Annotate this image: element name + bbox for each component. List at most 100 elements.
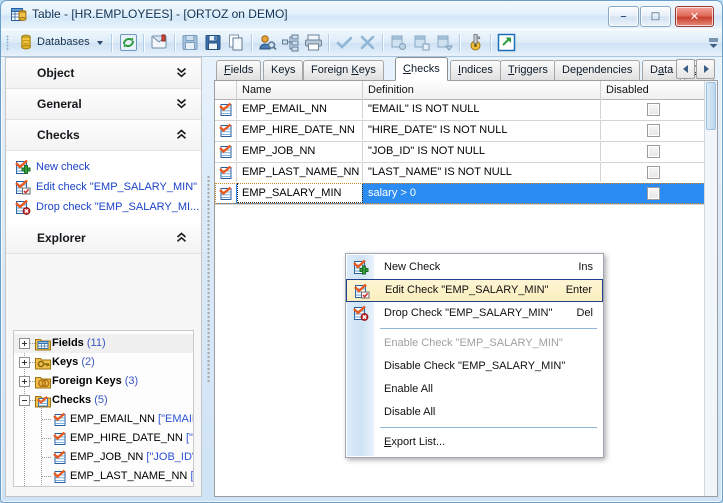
- tree-child-expr: [": [190, 470, 193, 482]
- grid-header-disabled[interactable]: Disabled: [601, 81, 705, 99]
- row-name-cell[interactable]: EMP_LAST_NAME_NN: [237, 162, 363, 182]
- row-disabled-cell[interactable]: [601, 99, 705, 119]
- first-record-button[interactable]: [389, 33, 408, 53]
- sidebar-section-explorer[interactable]: Explorer: [6, 223, 201, 254]
- tree-node-fields[interactable]: Fields (11): [14, 334, 193, 353]
- row-definition-cell[interactable]: "JOB_ID" IS NOT NULL: [363, 141, 601, 161]
- open-external-button[interactable]: [497, 33, 516, 53]
- menu-item-label: New Check: [384, 261, 441, 273]
- tree-node-keys[interactable]: Keys (2): [14, 353, 193, 372]
- grant-manager-button[interactable]: [258, 33, 277, 53]
- row-name-cell[interactable]: EMP_EMAIL_NN: [237, 99, 363, 119]
- databases-dropdown[interactable]: [19, 33, 33, 53]
- expander-plus-icon[interactable]: [19, 338, 30, 349]
- check-item-icon: [218, 186, 234, 201]
- sidebar-section-object[interactable]: Object: [6, 58, 201, 89]
- tab-fields[interactable]: FFieldsields: [216, 60, 262, 80]
- menu-item-disable-check[interactable]: Disable Check "EMP_SALARY_MIN": [346, 355, 603, 378]
- menu-item-disable-all[interactable]: Disable All: [346, 401, 603, 424]
- disabled-checkbox[interactable]: [647, 187, 660, 200]
- table-row[interactable]: EMP_EMAIL_NN "EMAIL" IS NOT NULL: [215, 99, 705, 121]
- tab-foreign-keys[interactable]: Foreign Keys: [303, 60, 384, 80]
- disabled-checkbox[interactable]: [647, 166, 660, 179]
- disabled-checkbox[interactable]: [647, 124, 660, 137]
- commit-button[interactable]: [335, 33, 354, 53]
- tab-keys[interactable]: Keys: [263, 60, 304, 80]
- tree-node-checks[interactable]: Checks (5): [14, 391, 193, 410]
- expander-minus-icon[interactable]: [19, 395, 30, 406]
- row-definition-cell[interactable]: "LAST_NAME" IS NOT NULL: [363, 162, 601, 182]
- menu-item-label: Enable Check "EMP_SALARY_MIN": [384, 337, 563, 349]
- tree-child-emp-last-name-nn[interactable]: EMP_LAST_NAME_NN [": [14, 467, 193, 486]
- table-row[interactable]: EMP_HIRE_DATE_NN "HIRE_DATE" IS NOT NULL: [215, 120, 705, 142]
- table-row[interactable]: EMP_LAST_NAME_NN "LAST_NAME" IS NOT NULL: [215, 162, 705, 184]
- scroll-tabs-left-button[interactable]: [676, 59, 695, 79]
- row-definition-cell[interactable]: "EMAIL" IS NOT NULL: [363, 99, 601, 119]
- last-record-button[interactable]: [435, 33, 454, 53]
- row-disabled-cell[interactable]: [601, 141, 705, 161]
- drop-check-icon: [352, 305, 369, 321]
- disabled-checkbox[interactable]: [647, 145, 660, 158]
- row-name-cell[interactable]: EMP_JOB_NN: [237, 141, 363, 161]
- expander-plus-icon[interactable]: [19, 357, 30, 368]
- minimize-button[interactable]: –: [608, 6, 639, 27]
- copy-button[interactable]: [227, 33, 246, 53]
- tree-child-emp-email-nn[interactable]: EMP_EMAIL_NN ["EMAIL: [14, 410, 193, 429]
- tree-child-emp-salary-min[interactable]: EMP_SALARY_MIN [salar: [14, 486, 193, 487]
- row-definition-cell[interactable]: salary > 0: [363, 183, 601, 203]
- scrollbar-thumb[interactable]: [706, 82, 716, 130]
- menu-item-drop-check[interactable]: Drop Check "EMP_SALARY_MIN" Del: [346, 302, 603, 325]
- save-as-button[interactable]: [181, 33, 200, 53]
- chevron-down-icon[interactable]: [176, 66, 187, 79]
- tree-child-emp-job-nn[interactable]: EMP_JOB_NN ["JOB_ID": [14, 448, 193, 467]
- tree-child-emp-hire-date-nn[interactable]: EMP_HIRE_DATE_NN ["H: [14, 429, 193, 448]
- next-record-button[interactable]: [412, 33, 431, 53]
- menu-item-edit-check[interactable]: Edit Check "EMP_SALARY_MIN" Enter: [346, 279, 603, 302]
- scroll-tabs-right-button[interactable]: [696, 59, 715, 79]
- row-disabled-cell[interactable]: [601, 183, 705, 203]
- row-disabled-cell[interactable]: [601, 120, 705, 140]
- toolbar-overflow-icon[interactable]: [709, 36, 718, 50]
- row-name-cell[interactable]: EMP_HIRE_DATE_NN: [237, 120, 363, 140]
- new-check-link[interactable]: New check: [6, 157, 201, 177]
- sidebar-section-general[interactable]: General: [6, 89, 201, 120]
- menu-item-enable-all[interactable]: Enable All: [346, 378, 603, 401]
- chevron-down-icon[interactable]: [176, 97, 187, 110]
- edit-check-link[interactable]: Edit check "EMP_SALARY_MIN": [6, 177, 201, 197]
- refresh-button[interactable]: [119, 33, 138, 53]
- grid-header-name[interactable]: Name: [237, 81, 363, 99]
- row-definition-cell[interactable]: "HIRE_DATE" IS NOT NULL: [363, 120, 601, 140]
- chevron-down-icon[interactable]: [97, 41, 103, 45]
- grid-header-definition[interactable]: Definition: [363, 81, 601, 99]
- explorer-tree[interactable]: Fields (11) Keys (2) Foreign Keys (3) Ch…: [13, 330, 194, 487]
- table-row-selected[interactable]: EMP_SALARY_MIN salary > 0: [215, 183, 705, 205]
- toolbar-grip[interactable]: [6, 35, 9, 51]
- tab-indices[interactable]: Indices: [450, 60, 501, 80]
- tab-triggers[interactable]: Triggers: [500, 60, 556, 80]
- tab-checks[interactable]: Checks: [395, 57, 448, 81]
- maximize-button[interactable]: □: [640, 6, 671, 27]
- row-icon-cell: [215, 120, 237, 140]
- row-disabled-cell[interactable]: [601, 162, 705, 182]
- drop-check-link[interactable]: Drop check "EMP_SALARY_MI...: [6, 197, 201, 217]
- check-item-icon: [218, 102, 234, 117]
- tab-dependencies[interactable]: Dependencies: [554, 60, 641, 80]
- panel-splitter[interactable]: [203, 57, 214, 497]
- chevron-up-icon[interactable]: [176, 231, 187, 244]
- compile-button[interactable]: [150, 33, 169, 53]
- disabled-checkbox[interactable]: [647, 103, 660, 116]
- chevron-up-icon[interactable]: [176, 128, 187, 141]
- save-button[interactable]: [204, 33, 223, 53]
- print-button[interactable]: [304, 33, 323, 53]
- sidebar-section-checks[interactable]: Checks: [6, 120, 201, 151]
- tree-node-foreign-keys[interactable]: Foreign Keys (3): [14, 372, 193, 391]
- expander-plus-icon[interactable]: [19, 376, 30, 387]
- dependency-tree-button[interactable]: [281, 33, 300, 53]
- menu-item-export-list[interactable]: Export List...: [346, 431, 603, 454]
- rollback-button[interactable]: [358, 33, 377, 53]
- close-button[interactable]: ✕: [675, 6, 714, 27]
- menu-item-new-check[interactable]: New Check Ins: [346, 256, 603, 279]
- table-row[interactable]: EMP_JOB_NN "JOB_ID" IS NOT NULL: [215, 141, 705, 163]
- key-button[interactable]: [466, 33, 485, 53]
- grid-vertical-scrollbar[interactable]: [704, 81, 717, 496]
